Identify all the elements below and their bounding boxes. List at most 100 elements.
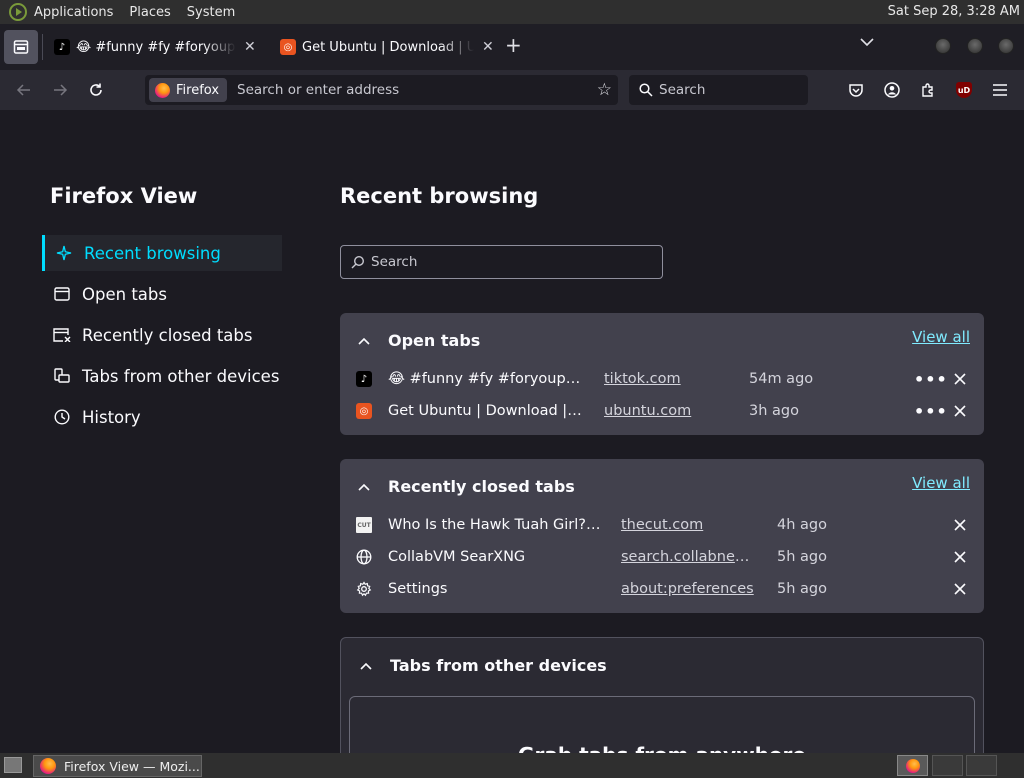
taskbar: Firefox View — Mozi...	[0, 753, 1024, 778]
row-url[interactable]: tiktok.com	[604, 371, 714, 387]
sidebar-item-recently-closed[interactable]: Recently closed tabs	[42, 317, 282, 353]
new-tab-button[interactable]: +	[505, 33, 522, 57]
other-devices-card: Tabs from other devices Grab tabs from a…	[340, 637, 984, 753]
more-options-icon[interactable]: •••	[914, 402, 948, 421]
row-title: Settings	[388, 581, 448, 597]
window-close-button[interactable]	[998, 38, 1014, 54]
page-title: Recent browsing	[340, 184, 539, 208]
search-icon	[351, 255, 365, 269]
row-time: 5h ago	[777, 549, 827, 565]
close-icon[interactable]: ✕	[244, 39, 256, 55]
tab-tiktok[interactable]: ♪ 😂 #funny #fy #foryoupage ✕	[54, 32, 256, 62]
workspace-3[interactable]	[966, 755, 997, 776]
close-icon[interactable]: ✕	[482, 39, 494, 55]
search-bar[interactable]	[629, 75, 808, 105]
row-url[interactable]: search.collabnet.local	[621, 549, 755, 565]
card-heading: Open tabs	[388, 331, 481, 350]
recently-closed-card: Recently closed tabs View all CUT Who Is…	[340, 459, 984, 613]
other-devices-header[interactable]: Tabs from other devices	[358, 656, 607, 675]
recent-browsing-search[interactable]	[340, 245, 663, 279]
row-title: 😂 #funny #fy #foryoupage #viral	[388, 371, 588, 387]
sidebar-item-label: History	[82, 407, 141, 427]
firefox-view-content: Firefox View Recent browsing Open tabs R…	[0, 110, 1024, 753]
system-logo-icon[interactable]	[9, 3, 27, 21]
close-icon[interactable]	[952, 403, 968, 419]
table-row[interactable]: CollabVM SearXNG search.collabnet.local …	[356, 541, 970, 573]
row-time: 5h ago	[777, 581, 827, 597]
sidebar-item-recent-browsing[interactable]: Recent browsing	[42, 235, 282, 271]
close-icon[interactable]	[952, 517, 968, 533]
sidebar-item-history[interactable]: History	[42, 399, 282, 435]
search-icon	[639, 83, 653, 97]
url-bar[interactable]: Firefox ☆	[145, 75, 618, 105]
globe-icon	[356, 549, 372, 565]
row-url[interactable]: thecut.com	[621, 517, 755, 533]
clock[interactable]: Sat Sep 28, 3:28 AM	[888, 4, 1020, 19]
firefox-logo-icon	[40, 758, 56, 774]
search-input[interactable]	[659, 82, 799, 98]
menu-places[interactable]: Places	[129, 5, 170, 20]
window-minimize-button[interactable]	[935, 38, 951, 54]
row-title: Get Ubuntu | Download | Ubuntu	[388, 403, 584, 419]
taskbar-window-firefox[interactable]: Firefox View — Mozi...	[33, 755, 202, 777]
reload-icon	[90, 83, 102, 96]
chevron-down-icon	[860, 38, 874, 47]
list-all-tabs-button[interactable]	[860, 36, 874, 50]
more-options-icon[interactable]: •••	[914, 370, 948, 389]
nav-bar: Firefox ☆ uD	[0, 70, 1024, 110]
puzzle-icon	[922, 83, 933, 97]
identity-label: Firefox	[176, 82, 220, 98]
row-time: 3h ago	[749, 403, 799, 419]
search-input[interactable]	[371, 254, 542, 270]
firefox-view-button[interactable]	[4, 30, 38, 64]
table-row[interactable]: ◎ Get Ubuntu | Download | Ubuntu ubuntu.…	[356, 395, 970, 427]
table-row[interactable]: Settings about:preferences 5h ago	[356, 573, 970, 605]
tiktok-icon: ♪	[356, 371, 372, 387]
sidebar-item-label: Tabs from other devices	[82, 366, 280, 386]
back-button[interactable]	[12, 78, 36, 102]
pocket-icon	[849, 84, 863, 97]
close-icon[interactable]	[952, 581, 968, 597]
firefox-logo-icon	[905, 758, 920, 773]
show-desktop-icon[interactable]	[4, 757, 22, 773]
open-tabs-view-all-link[interactable]: View all	[912, 328, 970, 346]
ubuntu-icon: ◎	[356, 403, 372, 419]
bookmark-star-icon[interactable]: ☆	[597, 80, 612, 100]
app-menu-button[interactable]	[988, 78, 1012, 102]
sync-promo-box: Grab tabs from anywhere	[349, 696, 975, 753]
identity-box[interactable]: Firefox	[149, 78, 228, 102]
table-row[interactable]: CUT Who Is the Hawk Tuah Girl? Viral the…	[356, 509, 970, 541]
menu-system[interactable]: System	[187, 5, 235, 20]
row-url[interactable]: ubuntu.com	[604, 403, 714, 419]
row-url[interactable]: about:preferences	[621, 581, 755, 597]
account-button[interactable]	[880, 78, 904, 102]
sidebar-item-open-tabs[interactable]: Open tabs	[42, 276, 282, 312]
url-input[interactable]	[237, 82, 578, 98]
ublock-button[interactable]: uD	[952, 78, 976, 102]
table-row[interactable]: ♪ 😂 #funny #fy #foryoupage #viral tiktok…	[356, 363, 970, 395]
workspace-2[interactable]	[932, 755, 963, 776]
open-tabs-header[interactable]: Open tabs	[356, 331, 480, 350]
open-tabs-card: Open tabs View all ♪ 😂 #funny #fy #foryo…	[340, 313, 984, 435]
workspace-1[interactable]	[897, 755, 928, 776]
forward-button[interactable]	[48, 78, 72, 102]
devices-icon	[52, 366, 72, 386]
menu-applications[interactable]: Applications	[34, 5, 113, 20]
row-title: CollabVM SearXNG	[388, 549, 526, 565]
extensions-button[interactable]	[916, 78, 940, 102]
reload-button[interactable]	[84, 78, 108, 102]
ubuntu-icon: ◎	[280, 39, 296, 55]
card-heading: Tabs from other devices	[390, 656, 607, 675]
recently-closed-header[interactable]: Recently closed tabs	[356, 477, 575, 496]
pocket-button[interactable]	[844, 78, 868, 102]
tab-title: 😂 #funny #fy #foryoupage	[76, 39, 236, 55]
window-maximize-button[interactable]	[967, 38, 983, 54]
tab-ubuntu[interactable]: ◎ Get Ubuntu | Download | Ubuntu ✕	[280, 32, 494, 62]
sidebar-item-other-devices[interactable]: Tabs from other devices	[42, 358, 282, 394]
close-icon[interactable]	[952, 549, 968, 565]
row-time: 54m ago	[749, 371, 814, 387]
closed-tab-icon	[52, 325, 72, 345]
sidebar-item-label: Recent browsing	[84, 243, 221, 263]
close-icon[interactable]	[952, 371, 968, 387]
recently-closed-view-all-link[interactable]: View all	[912, 474, 970, 492]
